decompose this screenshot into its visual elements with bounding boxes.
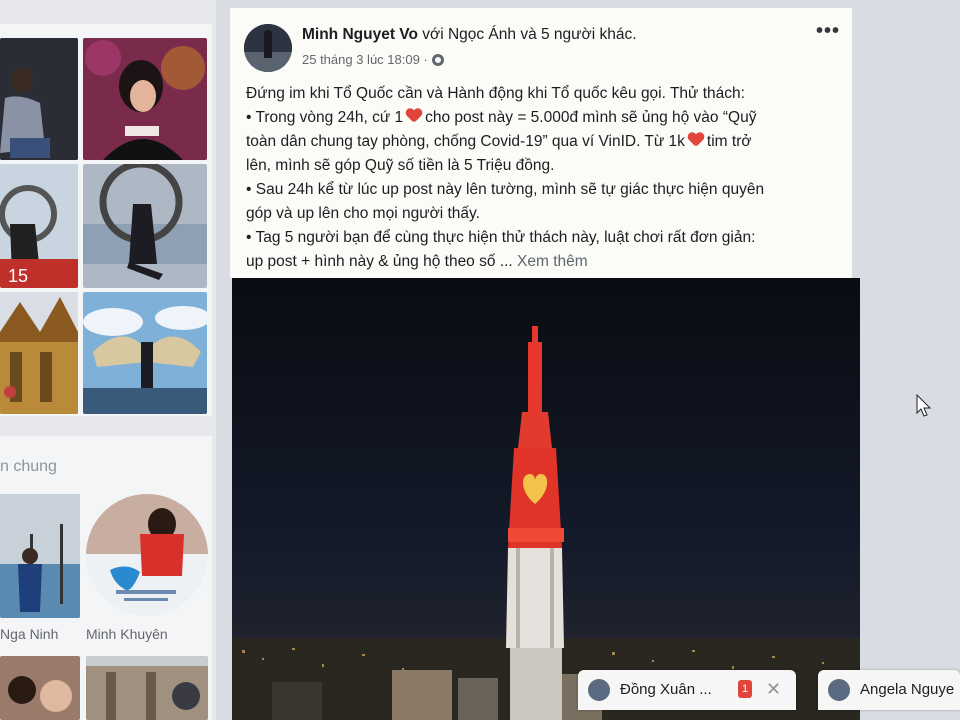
chat-name: Đồng Xuân ... bbox=[620, 681, 712, 698]
chat-tab[interactable]: Đồng Xuân ... 1 ✕ bbox=[578, 670, 796, 710]
chat-avatar bbox=[588, 679, 610, 701]
friend-photo[interactable] bbox=[86, 656, 208, 720]
post-text-span: • Trong vòng 24h, cứ 1 bbox=[246, 109, 404, 126]
author-name[interactable]: Minh Nguyet Vo bbox=[302, 26, 418, 43]
more-options-icon[interactable]: ••• bbox=[816, 20, 840, 43]
post-line: • Tag 5 người bạn để cùng thực hiện thử … bbox=[246, 229, 756, 246]
globe-icon bbox=[431, 54, 444, 66]
mouse-cursor-icon bbox=[916, 394, 932, 417]
chat-avatar bbox=[828, 679, 850, 701]
mutual-friends-title: n chung bbox=[0, 458, 57, 475]
post-text-span: cho post này = 5.000đ mình sẽ ủng hộ vào… bbox=[425, 109, 757, 126]
author-avatar[interactable] bbox=[244, 24, 292, 72]
feed-post: Minh Nguyet Vo với Ngọc Ánh và 5 người k… bbox=[230, 8, 852, 278]
photo-thumbnail[interactable] bbox=[0, 292, 78, 414]
landmark-tower-photo bbox=[232, 278, 860, 720]
see-more-link[interactable]: Xem thêm bbox=[517, 253, 588, 270]
heart-icon bbox=[688, 133, 704, 147]
mutual-friends-card: n chung Nga Ninh Minh Khuyên bbox=[0, 436, 212, 720]
post-line: lên, mình sẽ góp Quỹ số tiền là 5 Triệu … bbox=[246, 157, 555, 174]
post-text-span: up post + hình này & ủng hộ theo số ... bbox=[246, 253, 513, 270]
friend-photo[interactable] bbox=[86, 494, 208, 616]
post-line: • Trong vòng 24h, cứ 1 cho post này = 5.0… bbox=[246, 106, 842, 130]
post-meta: 25 tháng 3 lúc 18:09 · bbox=[302, 52, 444, 67]
photos-card: 15 bbox=[0, 24, 212, 416]
post-line: toàn dân chung tay phòng, chống Covid-19… bbox=[246, 130, 842, 154]
post-text-span: tim trở bbox=[706, 133, 752, 150]
chat-name: Angela Nguye bbox=[860, 681, 955, 698]
photo-thumbnail[interactable] bbox=[83, 292, 207, 414]
post-line: góp và up lên cho mọi người thấy. bbox=[246, 205, 480, 222]
right-sidebar bbox=[866, 0, 960, 720]
post-text-span: toàn dân chung tay phòng, chống Covid-19… bbox=[246, 133, 685, 150]
post-line: up post + hình này & ủng hộ theo số ... … bbox=[246, 250, 842, 274]
post-timestamp[interactable]: 25 tháng 3 lúc 18:09 · bbox=[302, 52, 428, 67]
post-body: Đứng im khi Tổ Quốc cần và Hành động khi… bbox=[246, 82, 842, 274]
post-image[interactable] bbox=[232, 278, 860, 720]
friend-name[interactable]: Nga Ninh bbox=[0, 626, 58, 642]
post-line: Đứng im khi Tổ Quốc cần và Hành động khi… bbox=[246, 85, 745, 102]
unread-badge: 1 bbox=[738, 680, 752, 698]
photo-badge-text: 15 bbox=[8, 266, 28, 286]
friend-photo[interactable] bbox=[0, 656, 80, 720]
photo-thumbnail[interactable]: 15 bbox=[0, 164, 78, 288]
chat-tab[interactable]: Angela Nguye bbox=[818, 670, 960, 710]
post-line: • Sau 24h kể từ lúc up post này lên tườn… bbox=[246, 181, 765, 198]
left-column: 15 n chung Nga Ninh Minh Khuyên bbox=[0, 0, 216, 720]
post-author-line: Minh Nguyet Vo với Ngọc Ánh và 5 người k… bbox=[302, 26, 637, 44]
tagged-people[interactable]: với Ngọc Ánh và 5 người khác. bbox=[422, 26, 636, 43]
photo-thumbnail[interactable] bbox=[0, 38, 78, 160]
photo-thumbnail[interactable] bbox=[83, 38, 207, 160]
photo-thumbnail[interactable] bbox=[83, 164, 207, 288]
heart-icon bbox=[406, 109, 422, 123]
friend-photo[interactable] bbox=[0, 494, 80, 618]
friend-name[interactable]: Minh Khuyên bbox=[86, 626, 168, 642]
close-icon[interactable]: ✕ bbox=[766, 679, 781, 700]
